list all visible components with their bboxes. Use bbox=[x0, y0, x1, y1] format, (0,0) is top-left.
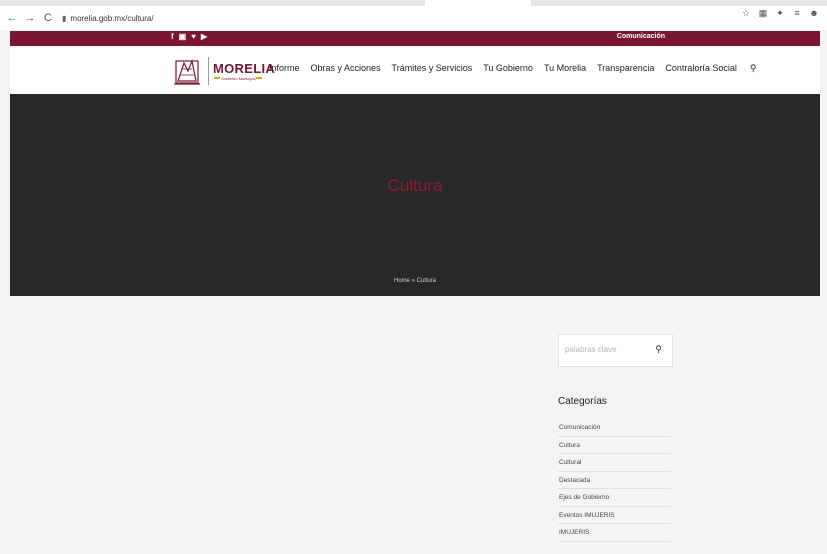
site-header: MORELIA Gobierno Municipal Informe Obras… bbox=[10, 46, 820, 94]
page-hero: Cultura Home » Cultura bbox=[10, 94, 820, 296]
browser-extensions: ☆ ▦ ✦ ≡ ☻ bbox=[741, 8, 819, 19]
search-submit-icon[interactable]: ⚲ bbox=[655, 344, 662, 355]
logo-title: MORELIA bbox=[213, 60, 276, 76]
page-title: Cultura bbox=[387, 176, 443, 195]
sidebar-search: ⚲ bbox=[558, 334, 673, 367]
breadcrumb[interactable]: Home » Cultura bbox=[10, 278, 820, 284]
twitter-icon[interactable]: ♥ bbox=[191, 32, 196, 41]
search-icon[interactable]: ⚲ bbox=[750, 63, 757, 74]
logo-subtitle-row: Gobierno Municipal bbox=[213, 76, 275, 81]
search-input[interactable] bbox=[565, 343, 645, 356]
menu-item-tu-gobierno[interactable]: Tu Gobierno bbox=[483, 63, 533, 74]
site-logo[interactable]: MORELIA Gobierno Municipal bbox=[170, 55, 275, 87]
browser-chrome: ← → C ▮ morelia.gob.mx/cultura/ ☆ ▦ ✦ ≡ … bbox=[0, 0, 827, 30]
logo-subtitle: Gobierno Municipal bbox=[221, 75, 256, 81]
comunicacion-link[interactable]: Comunicación bbox=[617, 33, 665, 40]
back-icon[interactable]: ← bbox=[6, 12, 18, 24]
instagram-icon[interactable]: ▣ bbox=[179, 32, 187, 41]
category-item[interactable]: Comunicación bbox=[558, 419, 671, 437]
logo-text: MORELIA Gobierno Municipal bbox=[213, 60, 276, 81]
menu-item-obras[interactable]: Obras y Acciones bbox=[311, 63, 381, 74]
address-bar: ← → C ▮ morelia.gob.mx/cultura/ bbox=[0, 8, 827, 28]
reader-icon[interactable]: ▦ bbox=[758, 8, 768, 19]
extension-icon[interactable]: ≡ bbox=[792, 8, 802, 19]
menu-item-informe[interactable]: Informe bbox=[269, 63, 300, 74]
menu-item-contraloria[interactable]: Contraloría Social bbox=[665, 63, 737, 74]
profile-icon[interactable]: ☻ bbox=[809, 8, 819, 19]
category-item[interactable]: Ejes de Gobierno bbox=[558, 489, 671, 507]
browser-tab-active[interactable] bbox=[0, 0, 425, 6]
categories-title: Categorías bbox=[558, 396, 607, 407]
category-item[interactable]: Destacada bbox=[558, 472, 671, 489]
menu-item-tu-morelia[interactable]: Tu Morelia bbox=[544, 63, 586, 74]
menu-item-tramites[interactable]: Trámites y Servicios bbox=[392, 63, 473, 74]
category-item[interactable]: Cultura bbox=[558, 437, 671, 454]
reload-icon[interactable]: C bbox=[42, 12, 54, 24]
browser-tab-inactive[interactable] bbox=[531, 0, 827, 6]
category-item[interactable]: IMUJERIS bbox=[558, 524, 671, 542]
morelia-emblem-icon bbox=[174, 58, 200, 85]
main-menu: Informe Obras y Acciones Trámites y Serv… bbox=[269, 63, 756, 74]
youtube-icon[interactable]: ▶ bbox=[201, 32, 207, 41]
facebook-icon[interactable]: f bbox=[171, 32, 174, 41]
category-item[interactable]: Eventos IMUJERIS bbox=[558, 507, 671, 524]
category-item[interactable]: Cultural bbox=[558, 454, 671, 472]
puzzle-icon[interactable]: ✦ bbox=[775, 8, 785, 19]
forward-icon[interactable]: → bbox=[24, 12, 36, 24]
star-icon[interactable]: ☆ bbox=[741, 8, 751, 19]
social-links: f ▣ ♥ ▶ bbox=[171, 32, 207, 41]
categories-list: Comunicación Cultura Cultural Destacada … bbox=[558, 419, 671, 542]
menu-item-transparencia[interactable]: Transparencia bbox=[597, 63, 654, 74]
top-bar: f ▣ ♥ ▶ Comunicación bbox=[10, 31, 820, 46]
logo-divider bbox=[208, 57, 209, 85]
lock-icon[interactable]: ▮ bbox=[62, 14, 66, 23]
url-input[interactable]: morelia.gob.mx/cultura/ bbox=[70, 14, 153, 23]
